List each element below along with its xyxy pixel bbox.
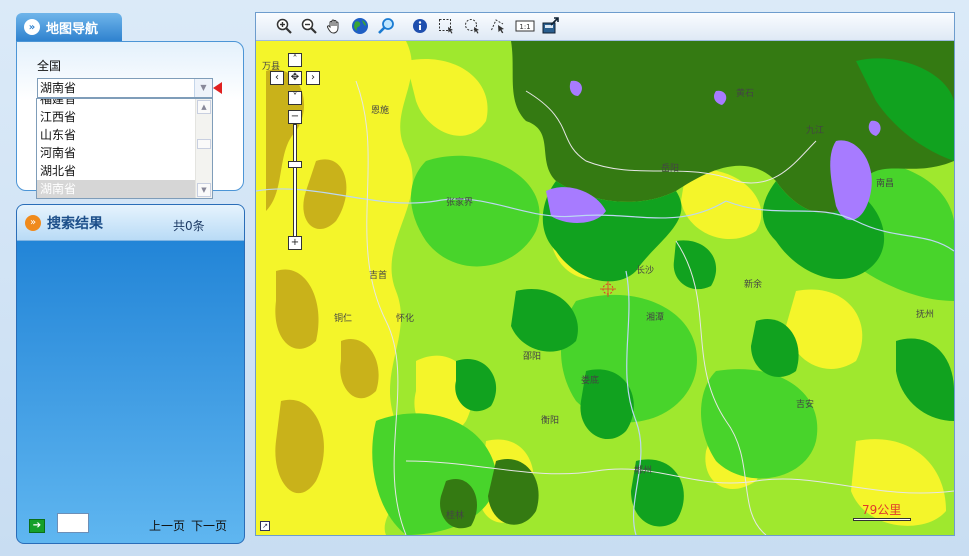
map-label: 衡阳 <box>541 414 559 426</box>
search-results-header: » 搜索结果 共0条 <box>17 205 244 241</box>
map-label: 铜仁 <box>334 312 352 324</box>
map-label: 桂林 <box>446 509 464 521</box>
province-select-value: 湖南省 <box>40 81 77 95</box>
map-label: 抚州 <box>916 308 934 320</box>
zoom-slider-thumb[interactable] <box>288 161 302 168</box>
map-label: 张家界 <box>446 196 473 208</box>
list-item[interactable]: 山东省 <box>37 126 212 144</box>
zoom-out-button[interactable]: − <box>288 110 302 124</box>
list-item[interactable]: 河南省 <box>37 144 212 162</box>
svg-text:1:1: 1:1 <box>519 23 530 31</box>
list-scrollbar[interactable]: ▲ ▼ <box>195 99 212 198</box>
measure-icon[interactable]: 1:1 <box>514 16 536 36</box>
pointer-arrow-icon <box>213 82 222 94</box>
map-toolbar: 1:1 <box>256 13 954 41</box>
zoom-slider-track[interactable] <box>293 124 297 237</box>
map-label: 湘潭 <box>646 311 664 323</box>
pan-center-button[interactable]: ✥ <box>288 71 302 85</box>
list-item-selected[interactable]: 湖南省 <box>37 180 212 198</box>
zoom-out-icon[interactable] <box>299 16 319 36</box>
globe-icon[interactable] <box>350 16 370 36</box>
scale-label: 79公里 <box>862 503 902 517</box>
map-label: 南昌 <box>876 177 894 189</box>
next-page-link[interactable]: 下一页 <box>191 517 227 534</box>
pan-up-button[interactable]: ˄ <box>288 53 302 67</box>
map-nav-title: 地图导航 <box>46 21 99 37</box>
export-icon[interactable] <box>541 16 561 36</box>
map-nav-tab[interactable]: » 地图导航 <box>16 13 122 41</box>
double-chevron-icon: » <box>24 19 40 35</box>
search-results-title: 搜索结果 <box>47 215 103 232</box>
map-canvas[interactable]: 万县 恩施 张家界 吉首 怀化 铜仁 邵阳 娄底 长沙 湘潭 衡阳 新余 岳阳 … <box>256 41 954 535</box>
nav-path-link[interactable]: 全国 <box>37 57 61 74</box>
result-count: 共0条 <box>173 219 205 233</box>
zoom-in-button[interactable]: + <box>288 236 302 250</box>
pan-left-button[interactable]: ‹ <box>270 71 284 85</box>
search-magnifier-icon[interactable] <box>376 16 396 36</box>
arrow-select-icon[interactable] <box>488 16 508 36</box>
info-icon[interactable] <box>410 16 430 36</box>
scale-bar <box>853 518 911 521</box>
map-frame: 1:1 万县 恩施 张家界 吉首 怀化 铜仁 邵阳 娄底 长沙 湘潭 衡阳 新余… <box>255 12 955 536</box>
map-label: 吉安 <box>796 398 814 410</box>
province-dropdown-list: 福建省 江西省 山东省 河南省 湖北省 湖南省 ▲ ▼ <box>36 98 213 199</box>
map-label: 怀化 <box>396 312 414 324</box>
province-select[interactable]: 湖南省 ▼ <box>37 78 213 98</box>
map-label: 吉首 <box>369 269 387 281</box>
map-label: 岳阳 <box>661 162 679 174</box>
map-label: 娄底 <box>581 374 599 386</box>
list-item[interactable]: 江西省 <box>37 108 212 126</box>
prev-page-link[interactable]: 上一页 <box>149 517 185 534</box>
rect-select-icon[interactable] <box>436 16 456 36</box>
go-arrow-icon[interactable]: ➔ <box>29 519 45 533</box>
double-chevron-icon: » <box>25 214 41 231</box>
pan-right-button[interactable]: › <box>306 71 320 85</box>
list-item[interactable]: 湖北省 <box>37 162 212 180</box>
pan-down-button[interactable]: ˅ <box>288 91 302 105</box>
map-label: 长沙 <box>636 264 654 276</box>
page-number-input[interactable] <box>57 513 89 533</box>
scroll-up-icon[interactable]: ▲ <box>197 100 211 114</box>
scroll-thumb[interactable] <box>197 139 211 149</box>
map-label: 邵阳 <box>523 351 541 362</box>
circle-select-icon[interactable] <box>462 16 482 36</box>
overview-toggle-icon[interactable]: ↗ <box>260 521 270 531</box>
map-label: 九江 <box>806 125 824 136</box>
list-item[interactable]: 福建省 <box>37 99 212 108</box>
map-label: 恩施 <box>371 104 389 116</box>
scroll-down-icon[interactable]: ▼ <box>197 183 211 197</box>
map-label: 新余 <box>744 278 762 290</box>
dropdown-arrow-icon[interactable]: ▼ <box>194 79 212 97</box>
pan-hand-icon[interactable] <box>324 16 344 36</box>
zoom-in-icon[interactable] <box>274 16 294 36</box>
map-label: 黄石 <box>736 87 754 99</box>
search-results-panel: » 搜索结果 共0条 ➔ 上一页 下一页 <box>16 204 245 544</box>
map-label: 郴州 <box>634 464 652 476</box>
